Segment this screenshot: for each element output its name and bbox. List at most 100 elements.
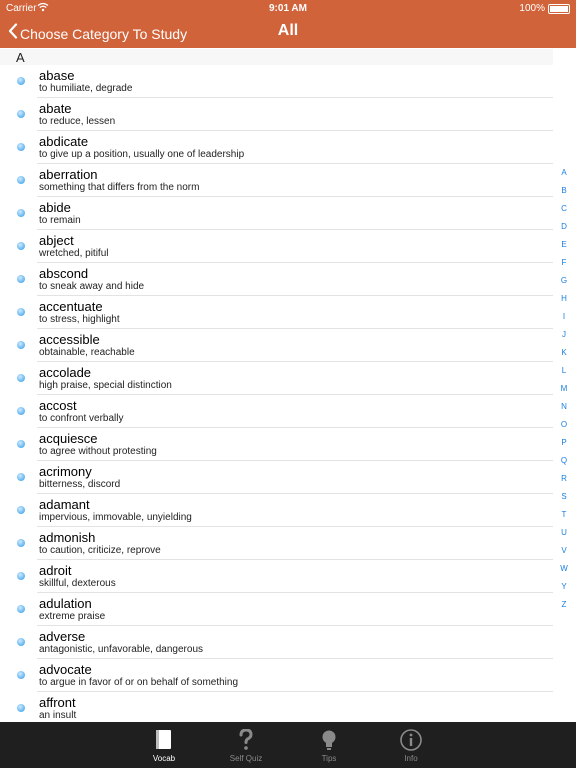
vocab-definition: to caution, criticize, reprove (39, 545, 161, 556)
index-letter[interactable]: K (556, 344, 572, 362)
tab-info[interactable]: Info (381, 722, 441, 768)
vocab-word: adverse (39, 629, 86, 644)
bullet-icon (17, 242, 25, 250)
index-letter[interactable]: F (556, 254, 572, 272)
bullet-icon (17, 143, 25, 151)
index-letter[interactable]: G (556, 272, 572, 290)
vocab-word: aberration (39, 167, 98, 182)
bullet-icon (17, 110, 25, 118)
vocab-word: accessible (39, 332, 100, 347)
vocab-definition: skillful, dexterous (39, 578, 116, 589)
vocab-word: adulation (39, 596, 92, 611)
list-item[interactable]: abase to humiliate, degrade (0, 65, 553, 98)
list-item[interactable]: advocate to argue in favor of or on behal… (0, 659, 553, 692)
index-letter[interactable]: J (556, 326, 572, 344)
list-item[interactable]: abide to remain (0, 197, 553, 230)
alphabet-index[interactable]: ABCDEFGHIJKLMNOPQRSTUVWYZ (556, 164, 572, 614)
index-letter[interactable]: Q (556, 452, 572, 470)
vocab-word: accost (39, 398, 77, 413)
list-item[interactable]: accessible obtainable, reachable (0, 329, 553, 362)
index-letter[interactable]: U (556, 524, 572, 542)
index-letter[interactable]: L (556, 362, 572, 380)
back-button[interactable]: Choose Category To Study (8, 23, 187, 44)
vocab-word: abscond (39, 266, 89, 281)
index-letter[interactable]: H (556, 290, 572, 308)
bullet-icon (17, 572, 25, 580)
vocab-word: adamant (39, 497, 90, 512)
lightbulb-icon (299, 729, 359, 751)
list-item[interactable]: accentuate to stress, highlight (0, 296, 553, 329)
vocab-definition: to argue in favor of or on behalf of som… (39, 677, 239, 688)
info-icon (381, 729, 441, 751)
bullet-icon (17, 605, 25, 613)
tab-bar: Vocab Self Quiz Tips Info (0, 722, 576, 768)
list-item[interactable]: accost to confront verbally (0, 395, 553, 428)
vocab-definition: to reduce, lessen (39, 116, 116, 127)
list-item[interactable]: aberration something that differs from th… (0, 164, 553, 197)
index-letter[interactable]: W (556, 560, 572, 578)
index-letter[interactable]: T (556, 506, 572, 524)
list-item[interactable]: abject wretched, pitiful (0, 230, 553, 263)
index-letter[interactable]: V (556, 542, 572, 560)
index-letter[interactable]: O (556, 416, 572, 434)
tab-tips[interactable]: Tips (299, 722, 359, 768)
list-item[interactable]: adulation extreme praise (0, 593, 553, 626)
bullet-icon (17, 440, 25, 448)
index-letter[interactable]: I (556, 308, 572, 326)
index-letter[interactable]: E (556, 236, 572, 254)
bullet-icon (17, 209, 25, 217)
tab-vocab[interactable]: Vocab (134, 722, 194, 768)
tab-label: Info (404, 754, 418, 763)
vocab-definition: antagonistic, unfavorable, dangerous (39, 644, 204, 655)
vocab-definition: something that differs from the norm (39, 182, 200, 193)
index-letter[interactable]: B (556, 182, 572, 200)
index-letter[interactable]: R (556, 470, 572, 488)
index-letter[interactable]: Y (556, 578, 572, 596)
bullet-icon (17, 473, 25, 481)
list-item[interactable]: abate to reduce, lessen (0, 98, 553, 131)
bullet-icon (17, 176, 25, 184)
vocab-definition: bitterness, discord (39, 479, 121, 490)
index-letter[interactable]: C (556, 200, 572, 218)
list-item[interactable]: abscond to sneak away and hide (0, 263, 553, 296)
tab-label: Tips (321, 754, 337, 763)
vocab-word: acrimony (39, 464, 92, 479)
vocab-word: acquiesce (39, 431, 98, 446)
back-button-label: Choose Category To Study (20, 25, 188, 42)
vocab-definition: to stress, highlight (39, 314, 120, 325)
list-item[interactable]: affront an insult (0, 692, 553, 722)
list-item[interactable]: acrimony bitterness, discord (0, 461, 553, 494)
tab-self-quiz[interactable]: Self Quiz (216, 722, 276, 768)
list-item[interactable]: adamant impervious, immovable, unyielding (0, 494, 553, 527)
index-letter[interactable]: A (556, 164, 572, 182)
index-letter[interactable]: P (556, 434, 572, 452)
vocab-definition: to remain (39, 215, 81, 226)
word-list[interactable]: abase to humiliate, degrade abate to reduce… (0, 65, 553, 722)
tab-label: Vocab (152, 754, 176, 763)
battery-indicator: 100% (519, 3, 570, 14)
list-item[interactable]: adroit skillful, dexterous (0, 560, 553, 593)
index-letter[interactable]: S (556, 488, 572, 506)
index-letter[interactable]: D (556, 218, 572, 236)
bullet-icon (17, 539, 25, 547)
bullet-icon (17, 671, 25, 679)
vocab-word: accolade (39, 365, 92, 380)
vocab-word: abase (39, 68, 75, 83)
bullet-icon (17, 704, 25, 712)
index-letter[interactable]: M (556, 380, 572, 398)
list-item[interactable]: adverse antagonistic, unfavorable, danger… (0, 626, 553, 659)
vocab-word: advocate (39, 662, 92, 677)
list-item[interactable]: abdicate to give up a position, usually o… (0, 131, 553, 164)
chevron-left-icon (8, 23, 18, 44)
index-letter[interactable]: Z (556, 596, 572, 614)
list-item[interactable]: admonish to caution, criticize, reprove (0, 527, 553, 560)
vocab-definition: obtainable, reachable (39, 347, 135, 358)
list-item[interactable]: accolade high praise, special distinction (0, 362, 553, 395)
vocab-word: abject (39, 233, 74, 248)
index-letter[interactable]: N (556, 398, 572, 416)
vocab-definition: to confront verbally (39, 413, 124, 424)
vocab-definition: impervious, immovable, unyielding (39, 512, 192, 523)
vocab-word: abate (39, 101, 72, 116)
bullet-icon (17, 506, 25, 514)
list-item[interactable]: acquiesce to agree without protesting (0, 428, 553, 461)
